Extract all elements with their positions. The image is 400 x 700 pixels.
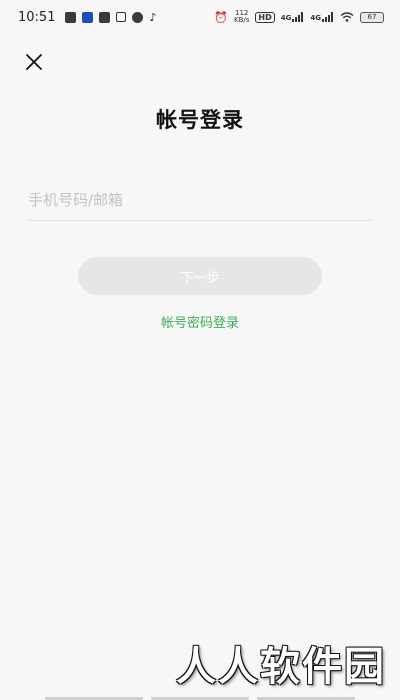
account-field-wrapper [28,182,372,221]
network-type-label: 4G [280,14,292,22]
page-title: 帐号登录 [156,108,244,132]
close-button[interactable] [22,50,46,74]
status-bar: 10:51 ♪ ⏰ 112 KB/s HD 4G 4G 67 [0,0,400,34]
password-login-link[interactable]: 帐号密码登录 [0,312,400,331]
signal-icon [292,12,304,22]
notification-app-icon [116,12,127,22]
battery-indicator: 67 [360,11,384,23]
notification-app-icon [132,11,144,23]
notification-app-icon [82,11,94,23]
signal-4g-2: 4G [310,12,334,22]
signal-4g-1: 4G [281,12,305,22]
watermark: 人人软件园 [176,644,386,690]
tiktok-icon: ♪ [149,10,157,24]
account-input[interactable] [28,182,372,218]
signal-icon [322,12,333,22]
notification-app-icon [65,11,77,23]
network-speed-unit: KB/s [234,16,250,24]
status-left: 10:51 ♪ [18,10,157,25]
wifi-icon [340,12,354,22]
network-speed: 112 KB/s [234,10,249,24]
status-time: 10:51 [18,9,56,25]
status-right: ⏰ 112 KB/s HD 4G 4G 67 [214,10,384,24]
notification-app-icon [99,11,111,23]
close-icon [26,54,42,70]
hd-badge: HD [255,11,275,23]
network-type-label: 4G [310,14,321,22]
alarm-icon: ⏰ [214,10,228,24]
next-button[interactable]: 下一步 [78,257,322,295]
